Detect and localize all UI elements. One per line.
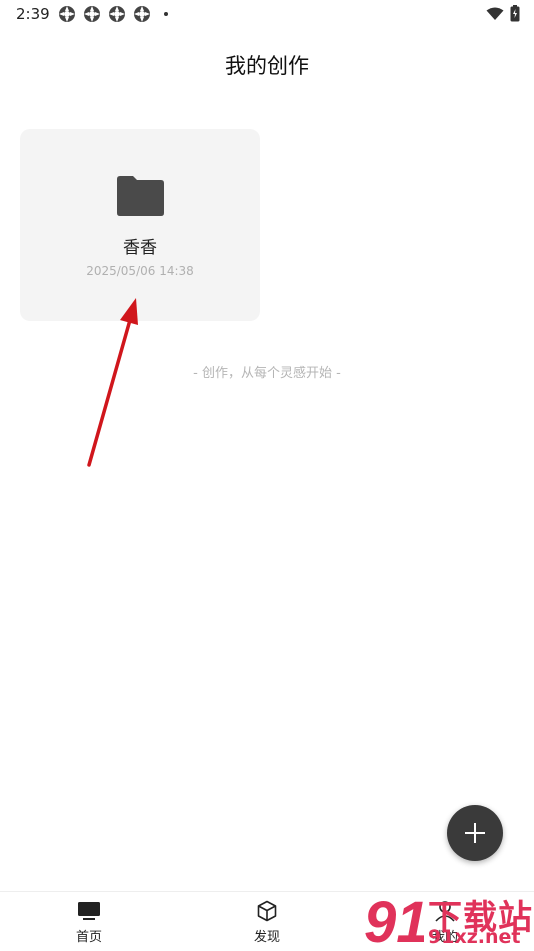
nav-home-label: 首页	[75, 930, 102, 945]
folder-date: 2025/05/06 14:38	[86, 264, 194, 278]
battery-icon	[510, 5, 520, 22]
wifi-icon	[486, 7, 504, 20]
watermark-logo-text: 91	[364, 890, 424, 950]
cube-icon	[257, 900, 277, 922]
status-time: 2:39	[16, 5, 50, 23]
folder-name: 香香	[123, 238, 157, 258]
notification-icons	[58, 5, 168, 23]
app-notification-icon	[84, 6, 100, 22]
app-notification-icon	[134, 6, 150, 22]
empty-hint: - 创作，从每个灵感开始 -	[193, 366, 341, 381]
nav-home[interactable]: 首页	[44, 900, 134, 945]
more-notifications-dot	[164, 12, 168, 16]
watermark-domain: 91xz.net	[428, 926, 521, 948]
watermark: 91 下载站 91xz.net	[362, 888, 534, 950]
folder-icon	[117, 176, 164, 216]
app-notification-icon	[59, 6, 75, 22]
nav-discover-label: 发现	[253, 930, 280, 945]
nav-discover[interactable]: 发现	[222, 900, 312, 945]
add-creation-button[interactable]	[447, 805, 503, 861]
watermark-logo-icon: 91	[364, 890, 424, 950]
monitor-icon	[78, 902, 100, 920]
page-title: 我的创作	[225, 54, 309, 78]
plus-icon	[465, 823, 485, 843]
system-icons	[486, 5, 520, 22]
app-notification-icon	[109, 6, 125, 22]
status-bar: 2:39	[0, 0, 534, 28]
